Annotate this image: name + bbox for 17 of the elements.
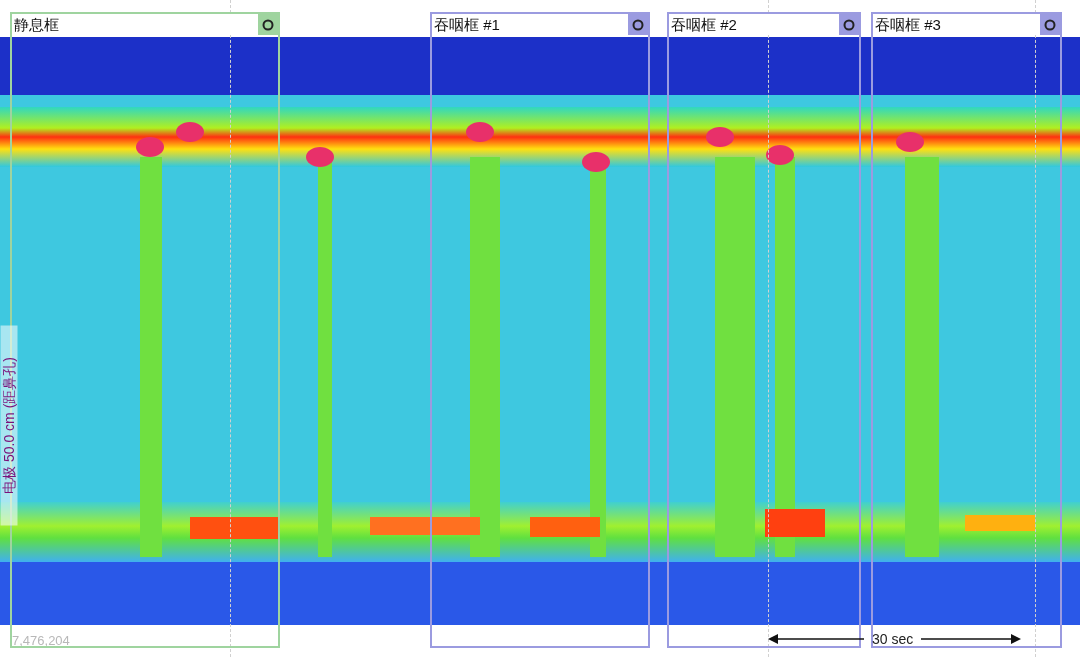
frame-toggle-button[interactable] [839,14,859,35]
circle-icon [262,18,274,31]
axis-label: 电极 50.0 cm (距鼻孔) [0,325,18,526]
frame-toggle-button[interactable] [628,14,648,35]
circle-icon [1044,18,1056,31]
counter-text: 7,476,204 [12,633,70,648]
circle-icon [632,18,644,31]
arrow-left-icon [768,634,864,644]
frame-title: 吞咽框 #2 [670,15,737,35]
frame-title: 静息框 [13,15,59,35]
circle-icon [843,18,855,31]
frame-title: 吞咽框 #3 [874,15,941,35]
frame-toggle-button[interactable] [1040,14,1060,35]
scale-label: 30 sec [872,631,914,647]
frame-toggle-button[interactable] [258,14,278,35]
frame-title: 吞咽框 #1 [433,15,500,35]
arrow-right-icon [921,634,1022,644]
